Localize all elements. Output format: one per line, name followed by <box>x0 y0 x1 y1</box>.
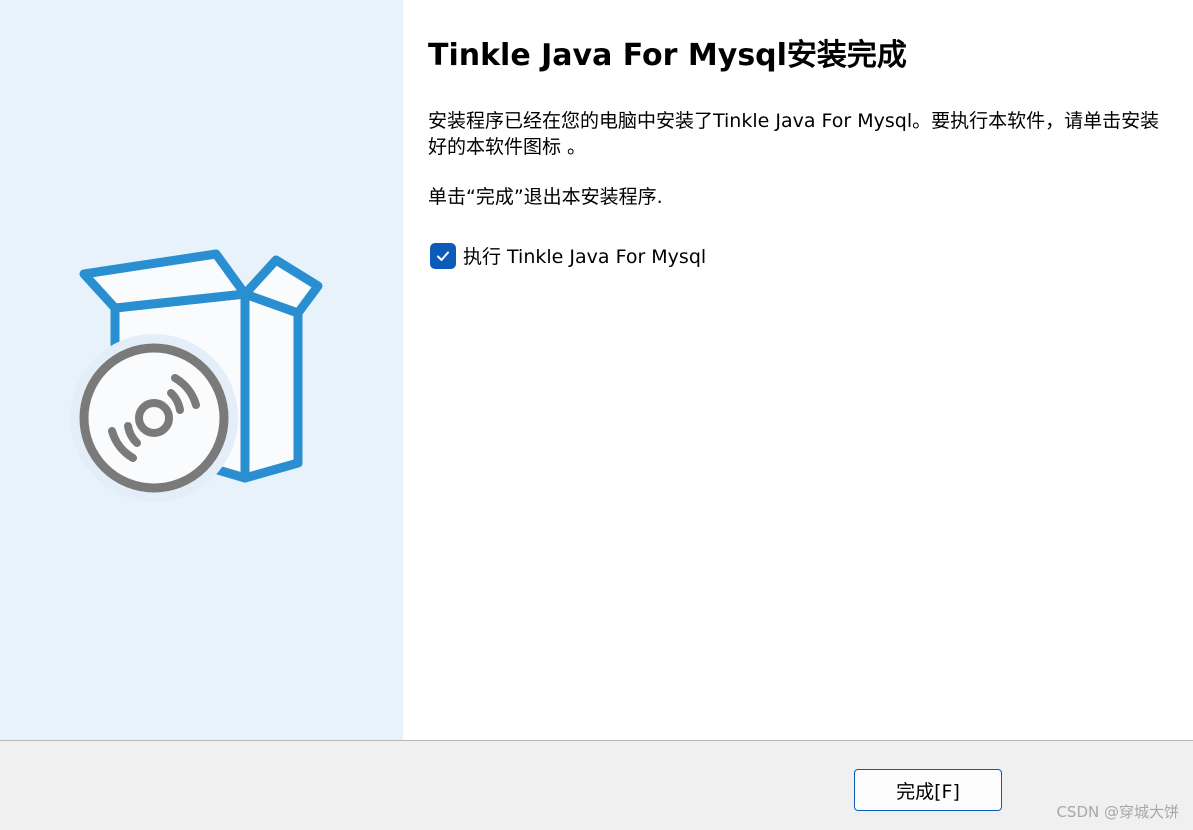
side-panel <box>0 0 403 740</box>
finish-button[interactable]: 完成[F] <box>854 769 1002 811</box>
run-program-option[interactable]: 执行 Tinkle Java For Mysql <box>430 242 706 269</box>
run-program-label: 执行 Tinkle Java For Mysql <box>463 246 707 268</box>
run-program-checkbox[interactable] <box>430 242 456 269</box>
watermark: CSDN @穿城大饼 <box>1056 803 1179 821</box>
footer-bar: 完成[F] CSDN @穿城大饼 <box>0 740 1193 830</box>
exit-hint: 单击“完成”退出本安装程序. <box>428 186 663 208</box>
page-title: Tinkle Java For Mysql安装完成 <box>428 38 907 73</box>
installer-window: Tinkle Java For Mysql安装完成 安装程序已经在您的电脑中安装… <box>0 0 1193 830</box>
install-complete-description: 安装程序已经在您的电脑中安装了Tinkle Java For Mysql。要执行… <box>428 110 1160 158</box>
checkmark-icon <box>437 251 449 261</box>
content-area: Tinkle Java For Mysql安装完成 安装程序已经在您的电脑中安装… <box>403 0 1193 740</box>
software-box-disc-icon <box>70 249 323 502</box>
